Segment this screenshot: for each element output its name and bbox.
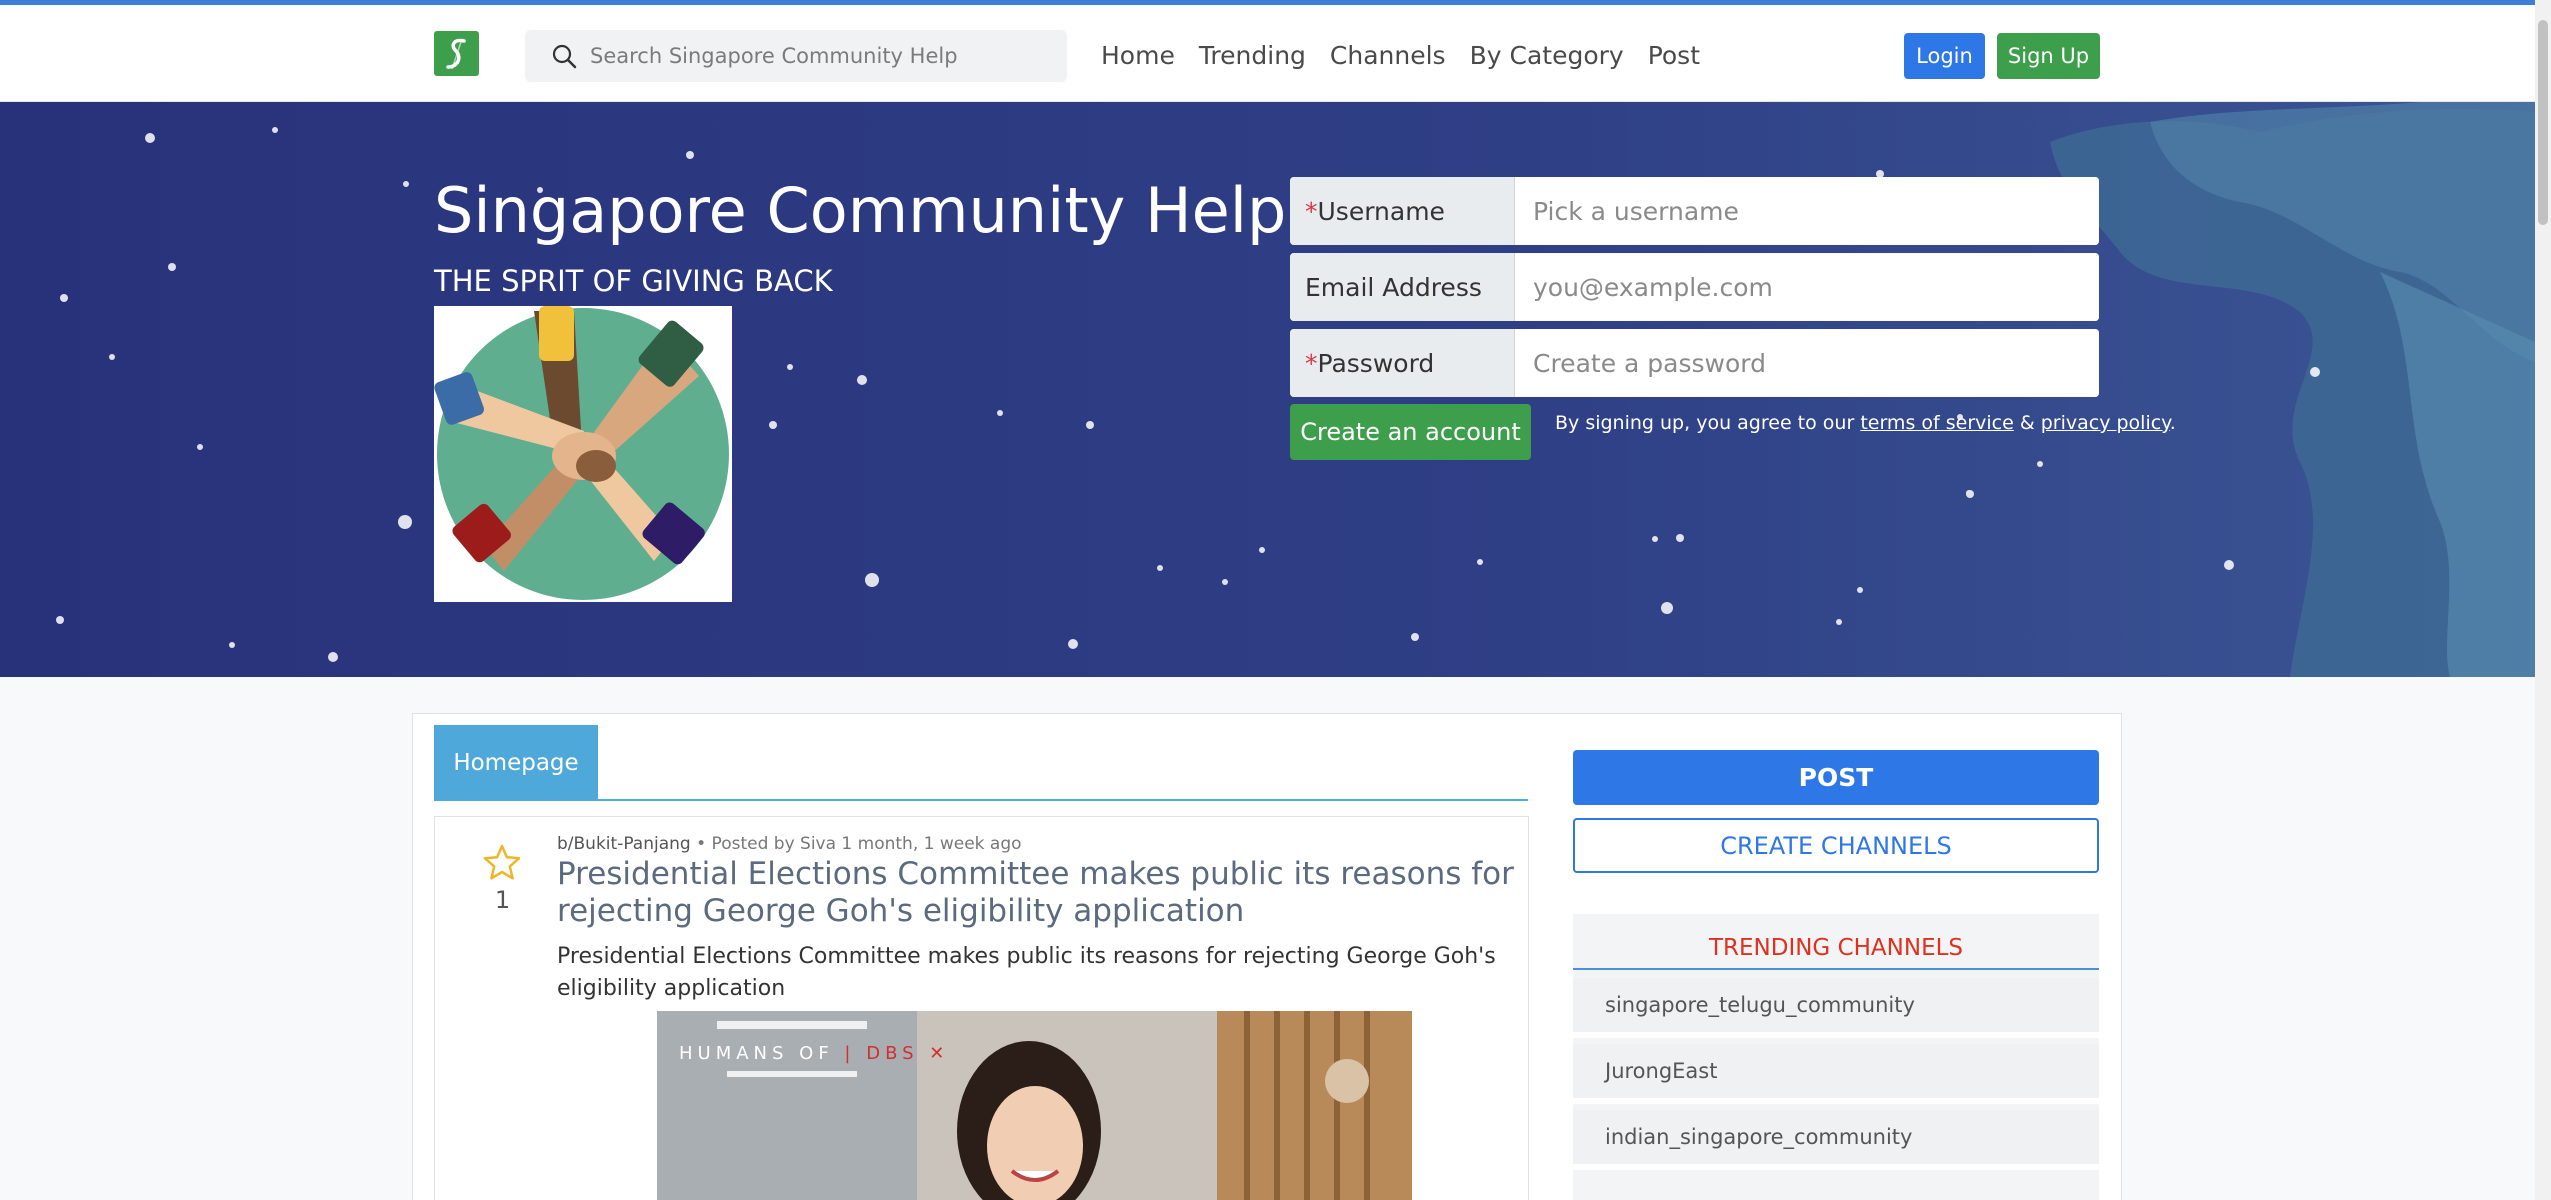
password-label-text: Password — [1317, 348, 1435, 378]
username-label-text: Username — [1317, 196, 1445, 226]
scrollbar-thumb[interactable] — [2538, 20, 2548, 225]
search-bar[interactable] — [525, 30, 1067, 82]
caption-humans-of: HUMANS OF — [679, 1043, 834, 1064]
star-vote-icon[interactable] — [482, 843, 522, 883]
create-channels-button[interactable]: CREATE CHANNELS — [1573, 818, 2099, 873]
hands-illustration — [434, 306, 729, 600]
email-field[interactable] — [1515, 253, 2099, 321]
search-input[interactable] — [590, 44, 1040, 68]
username-field[interactable] — [1515, 177, 2099, 245]
nav-post[interactable]: Post — [1648, 41, 1700, 70]
post-title[interactable]: Presidential Elections Committee makes p… — [557, 856, 1517, 930]
terms-of-service-link[interactable]: terms of service — [1860, 412, 2013, 434]
username-label: * Username — [1290, 177, 1515, 245]
password-field[interactable] — [1515, 329, 2099, 397]
hero-subtitle: THE SPRIT OF GIVING BACK — [434, 264, 833, 298]
trending-channels-title: TRENDING CHANNELS — [1708, 935, 1964, 961]
navbar: Home Trending Channels By Category Post … — [0, 5, 2535, 102]
main-nav: Home Trending Channels By Category Post — [1101, 41, 1700, 70]
login-button[interactable]: Login — [1904, 33, 1985, 79]
post-body: Presidential Elections Committee makes p… — [557, 944, 1496, 1001]
logo-s-icon — [445, 38, 466, 69]
tab-underline — [434, 799, 1528, 801]
email-label: Email Address — [1290, 253, 1515, 321]
nav-trending[interactable]: Trending — [1199, 41, 1306, 70]
nav-home[interactable]: Home — [1101, 41, 1175, 70]
hero-banner: Singapore Community Help THE SPRIT OF GI… — [0, 102, 2535, 677]
signup-button[interactable]: Sign Up — [1997, 33, 2100, 79]
trending-channel-item[interactable]: indian_singapore_community — [1573, 1110, 2099, 1170]
username-row: * Username — [1290, 177, 2099, 245]
post-meta: b/Bukit-Panjang • Posted by Siva 1 month… — [557, 834, 1022, 854]
post-photo — [657, 1011, 1412, 1200]
page-scrollbar[interactable] — [2535, 0, 2551, 1200]
tab-homepage[interactable]: Homepage — [434, 725, 598, 801]
hero-title: Singapore Community Help — [434, 174, 1287, 247]
community-hands-image — [434, 306, 732, 602]
terms-suffix: . — [2169, 412, 2176, 434]
terms-notice: By signing up, you agree to our terms of… — [1555, 412, 2176, 434]
terms-and: & — [2019, 412, 2035, 434]
required-mark: * — [1305, 348, 1318, 378]
email-row: Email Address — [1290, 253, 2099, 321]
trending-title-underline — [1573, 968, 2099, 970]
password-label: * Password — [1290, 329, 1515, 397]
post-channel-link[interactable]: b/Bukit-Panjang — [557, 834, 691, 854]
vote-count: 1 — [494, 886, 511, 914]
post-author-time: • Posted by Siva 1 month, 1 week ago — [696, 834, 1022, 854]
caption-dbs-text: DBS — [866, 1043, 919, 1064]
caption-mark: ✕ — [929, 1043, 950, 1064]
search-icon — [552, 44, 577, 69]
site-logo[interactable] — [434, 31, 479, 76]
create-account-button[interactable]: Create an account — [1290, 404, 1531, 460]
nav-channels[interactable]: Channels — [1330, 41, 1446, 70]
post-button[interactable]: POST — [1573, 750, 2099, 805]
photo-caption: HUMANS OF | DBS ✕ — [679, 1043, 949, 1064]
password-row: * Password — [1290, 329, 2099, 397]
privacy-policy-link[interactable]: privacy policy — [2041, 412, 2170, 434]
trending-channel-item[interactable]: JurongEast — [1573, 1044, 2099, 1104]
caption-dbs: | DBS ✕ — [844, 1043, 950, 1064]
required-mark: * — [1305, 196, 1318, 226]
terms-prefix: By signing up, you agree to our — [1555, 412, 1855, 434]
nav-by-category[interactable]: By Category — [1470, 41, 1624, 70]
trending-channel-item[interactable]: singapore_telugu_community — [1573, 978, 2099, 1038]
post-image[interactable]: HUMANS OF | DBS ✕ — [657, 1011, 1412, 1200]
